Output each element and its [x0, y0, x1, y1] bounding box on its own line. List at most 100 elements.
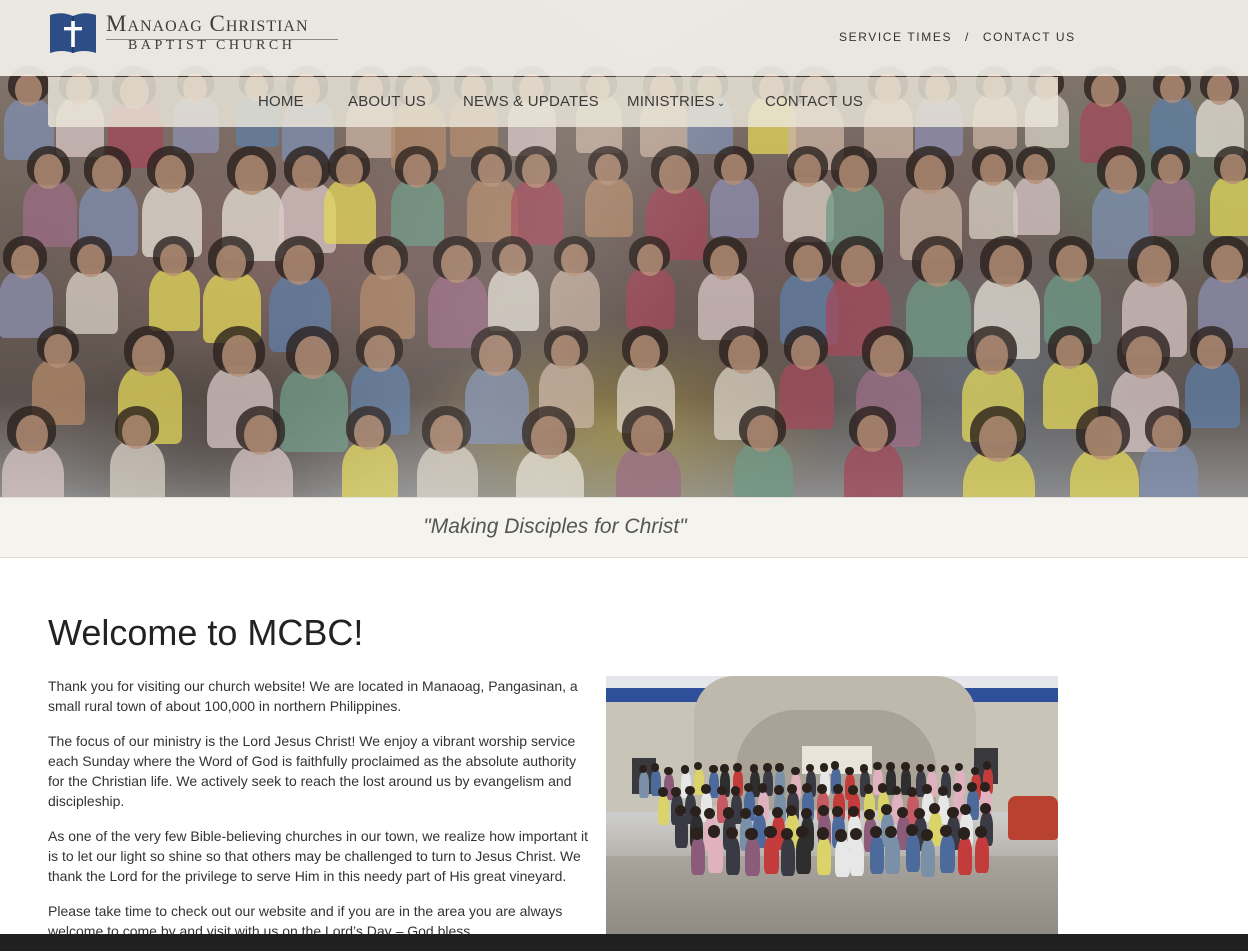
photo-person-head: [980, 781, 991, 792]
photo-person-head: [745, 828, 758, 841]
photo-person: [835, 839, 850, 878]
photo-person-head: [901, 762, 910, 771]
photo-person-head: [720, 764, 729, 773]
photo-crowd: [636, 761, 1036, 888]
photo-person-head: [832, 805, 844, 817]
nav-item-about-us[interactable]: ABOUT US: [348, 93, 426, 110]
welcome-paragraph: As one of the very few Bible-believing c…: [48, 828, 589, 884]
photo-person-head: [708, 825, 721, 838]
photo-person-head: [680, 765, 690, 774]
photo-person: [905, 834, 921, 872]
photo-person-head: [864, 808, 876, 820]
nav-item-home[interactable]: HOME: [258, 93, 304, 110]
photo-person-head: [907, 787, 917, 797]
photo-person-head: [684, 785, 695, 796]
photo-person-head: [845, 766, 854, 776]
photo-person: [849, 838, 865, 876]
photo-person-head: [922, 784, 932, 795]
photo-person-head: [657, 787, 668, 797]
photo-person: [764, 835, 779, 874]
contact-us-link[interactable]: CONTACT US: [983, 30, 1076, 44]
photo-person-head: [796, 825, 809, 839]
photo-person-head: [689, 805, 702, 817]
photo-person: [638, 771, 649, 798]
photo-person: [745, 838, 760, 876]
photo-person-head: [928, 802, 940, 815]
photo-person: [674, 813, 688, 848]
photo-person-head: [800, 807, 812, 819]
photo-person-head: [957, 827, 970, 840]
photo-person-head: [791, 766, 800, 776]
service-times-link[interactable]: SERVICE TIMES: [839, 30, 952, 44]
photo-person-head: [709, 764, 718, 774]
utility-nav-separator: /: [965, 30, 970, 44]
page-title: Welcome to MCBC!: [48, 612, 364, 653]
photo-person-head: [749, 764, 759, 773]
photo-person-head: [886, 762, 895, 771]
photo-person-head: [722, 807, 734, 819]
photo-person-head: [733, 763, 742, 772]
photo-person-head: [704, 807, 716, 819]
photo-person: [690, 837, 706, 876]
chevron-down-icon: ⌄: [716, 98, 726, 109]
bible-cross-icon: [50, 13, 96, 54]
photo-person: [796, 835, 811, 874]
photo-person-head: [650, 763, 660, 772]
photo-person-head: [937, 786, 948, 796]
nav-item-news-updates[interactable]: NEWS & UPDATES: [463, 93, 599, 110]
photo-person: [920, 838, 936, 877]
welcome-paragraph: Thank you for visiting our church websit…: [48, 678, 578, 714]
photo-person-head: [913, 807, 925, 819]
photo-person-head: [833, 783, 843, 794]
photo-person-head: [763, 763, 772, 772]
welcome-body: Thank you for visiting our church websit…: [48, 676, 590, 951]
photo-person-head: [700, 784, 711, 794]
bottom-bar: [0, 934, 1248, 951]
photo-person: [816, 837, 832, 876]
photo-person-head: [835, 829, 848, 842]
photo-person-head: [690, 827, 704, 840]
photo-person-head: [947, 806, 959, 818]
photo-person: [957, 837, 973, 876]
photo-person-head: [774, 785, 785, 795]
photo-person-head: [725, 826, 738, 840]
photo-person-head: [819, 763, 829, 772]
site-logo[interactable]: Manaoag Christian BAPTIST CHURCH: [48, 11, 348, 59]
photo-person-head: [817, 783, 827, 794]
photo-person-head: [775, 763, 784, 772]
nav-item-contact-us[interactable]: CONTACT US: [765, 93, 863, 110]
photo-person-head: [816, 827, 829, 840]
photo-person-head: [787, 784, 798, 794]
photo-person: [974, 835, 990, 874]
photo-person-head: [869, 825, 882, 839]
main-nav: HOME ABOUT US NEWS & UPDATES MINISTRIES ⌄…: [48, 77, 1058, 127]
photo-person-head: [764, 825, 777, 838]
photo-person-head: [716, 785, 727, 796]
welcome-paragraph: The focus of our ministry is the Lord Je…: [48, 733, 577, 809]
photo-person: [708, 835, 723, 874]
nav-item-ministries-label: MINISTRIES: [627, 93, 715, 110]
utility-nav: SERVICE TIMES / CONTACT US: [839, 30, 1076, 44]
logo-subtitle: BAPTIST CHURCH: [128, 38, 296, 53]
photo-person-head: [785, 805, 797, 817]
photo-person-head: [671, 787, 681, 798]
photo-person-head: [974, 825, 987, 838]
photo-person: [725, 836, 741, 875]
logo-title: Manaoag Christian: [106, 11, 309, 36]
photo-person: [940, 835, 955, 873]
photo-person-head: [830, 761, 840, 770]
church-group-photo: [606, 676, 1058, 934]
photo-person-head: [905, 823, 918, 837]
photo-person-head: [979, 802, 992, 815]
photo-person-head: [982, 761, 992, 770]
photo-person-head: [674, 804, 686, 816]
photo-person-head: [849, 827, 862, 841]
photo-person-head: [752, 804, 764, 816]
photo-person-head: [802, 782, 813, 793]
photo-person-head: [920, 828, 933, 842]
site-header: Manaoag Christian BAPTIST CHURCH SERVICE…: [0, 0, 1248, 76]
tagline-band: "Making Disciples for Christ": [0, 497, 1248, 558]
nav-item-ministries[interactable]: MINISTRIES ⌄: [627, 93, 725, 110]
photo-person-head: [664, 766, 673, 776]
photo-person-head: [739, 807, 751, 819]
